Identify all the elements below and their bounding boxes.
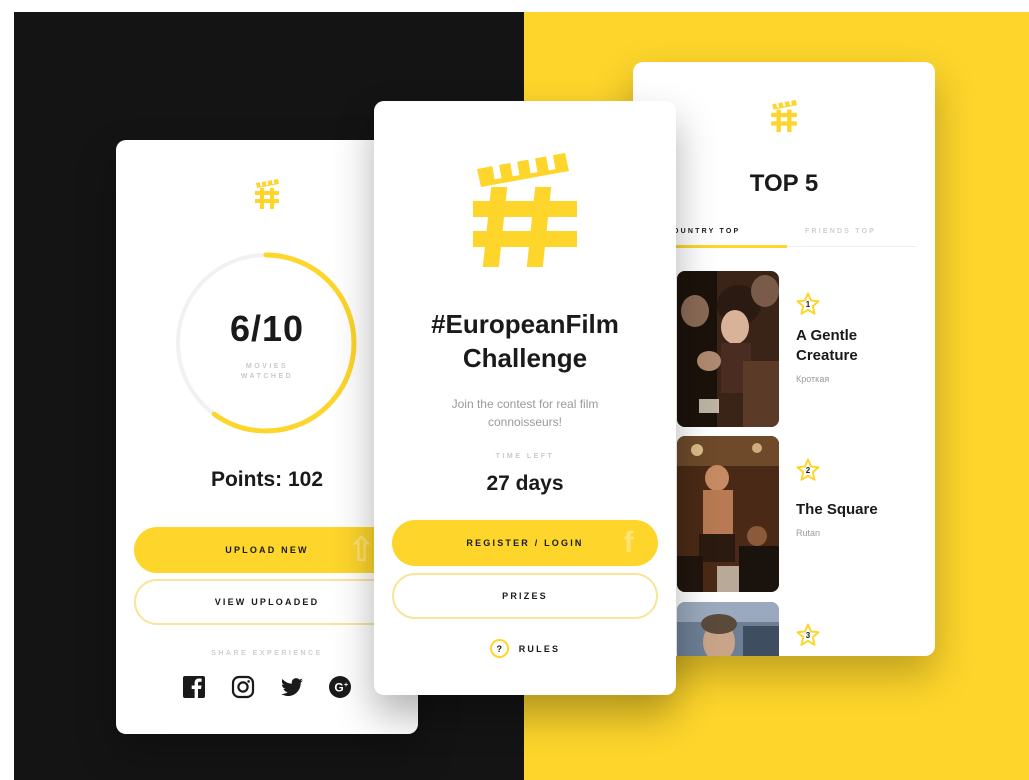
- film-title-line1: The Square: [796, 501, 878, 518]
- film-rank: 1: [805, 300, 811, 309]
- movies-label-line1: MOVIES: [245, 363, 289, 370]
- movies-watched-label: MOVIES WATCHED: [116, 362, 418, 382]
- facebook-icon[interactable]: [182, 675, 206, 699]
- top-five-card: TOP 5 OUNTRY TOP FRIENDS TOP 1 A Gentle …: [633, 62, 935, 656]
- upload-new-label: UPLOAD NEW: [225, 545, 309, 555]
- top-five-title: TOP 5: [749, 170, 819, 197]
- challenge-title-line2: Challenge: [462, 343, 588, 373]
- twitter-icon[interactable]: [280, 675, 304, 699]
- register-login-label: REGISTER / LOGIN: [466, 538, 584, 548]
- film-title-line1: A Gentle: [796, 327, 858, 344]
- movies-label-line2: WATCHED: [240, 373, 294, 380]
- points-total: Points: 102: [210, 468, 324, 491]
- tab-divider: [787, 246, 917, 247]
- film-poster[interactable]: [677, 271, 779, 427]
- clapper-hash-icon: [771, 99, 797, 133]
- register-login-button[interactable]: REGISTER / LOGIN f: [392, 520, 658, 566]
- svg-text:G: G: [334, 681, 343, 695]
- film-title-line2: Creature: [796, 347, 858, 364]
- film-poster[interactable]: [677, 436, 779, 592]
- share-experience-label: SHARE EXPERIENCE: [211, 650, 323, 657]
- ranking-tabs: OUNTRY TOP FRIENDS TOP: [633, 228, 935, 252]
- upload-new-button[interactable]: UPLOAD NEW ⇧: [134, 527, 400, 573]
- clapper-hash-icon: [473, 151, 577, 267]
- prizes-label: PRIZES: [502, 591, 548, 601]
- active-tab-indicator: [663, 245, 787, 248]
- progress-card: 6/10 MOVIES WATCHED Points: 102 UPLOAD N…: [116, 140, 418, 734]
- challenge-card: #EuropeanFilm Challenge Join the contest…: [374, 101, 676, 695]
- tab-country-top[interactable]: OUNTRY TOP: [673, 228, 740, 235]
- challenge-title: #EuropeanFilm Challenge: [374, 307, 676, 375]
- film-rank: 2: [805, 466, 811, 475]
- rules-label: RULES: [518, 643, 561, 654]
- challenge-title-line1: #EuropeanFilm: [431, 309, 619, 339]
- film-rank: 3: [805, 631, 811, 640]
- film-title[interactable]: A Gentle Creature: [796, 326, 916, 366]
- prizes-button[interactable]: PRIZES: [392, 573, 658, 619]
- svg-text:+: +: [344, 682, 348, 689]
- film-poster[interactable]: [677, 602, 779, 656]
- movies-watched-count: 6/10: [229, 308, 305, 349]
- view-uploaded-label: VIEW UPLOADED: [214, 597, 320, 607]
- film-title[interactable]: The Square: [796, 500, 916, 520]
- instagram-icon[interactable]: [231, 675, 255, 699]
- view-uploaded-button[interactable]: VIEW UPLOADED: [134, 579, 400, 625]
- time-left-value: 27 days: [486, 472, 564, 495]
- question-icon: ?: [489, 639, 509, 658]
- film-original-title: Rutan: [796, 528, 821, 538]
- tab-friends-top[interactable]: FRIENDS TOP: [805, 228, 876, 235]
- film-original-title: Кроткая: [796, 374, 830, 384]
- clapper-hash-icon: [255, 178, 279, 209]
- rules-link[interactable]: ? RULES: [374, 639, 676, 658]
- challenge-subtitle: Join the contest for real film connoisse…: [451, 397, 599, 429]
- google-plus-icon[interactable]: G +: [328, 675, 352, 699]
- time-left-label: TIME LEFT: [495, 453, 555, 460]
- facebook-watermark-icon: f: [623, 526, 636, 559]
